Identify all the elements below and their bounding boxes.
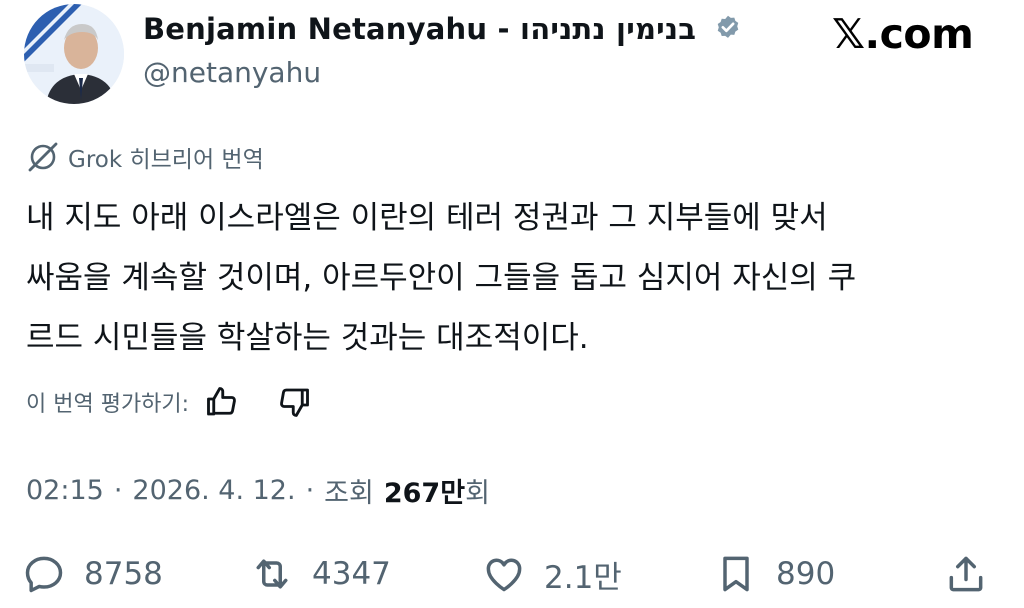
meta-separator: · [305, 474, 315, 506]
rate-translation-row: 이 번역 평가하기: [26, 382, 347, 422]
avatar[interactable] [24, 4, 124, 104]
like-button[interactable]: 2.1만 [482, 546, 622, 602]
site-brand: 𝕏.com [832, 10, 974, 58]
avatar-image [24, 4, 124, 104]
views-label: 조회 [324, 477, 374, 509]
grok-icon [28, 142, 58, 172]
like-icon [486, 558, 522, 592]
handle[interactable]: @netanyahu [143, 56, 321, 89]
repost-count: 4347 [312, 556, 391, 592]
bookmark-count: 890 [776, 556, 836, 592]
translation-label: Grok 히브리어 번역 [68, 147, 264, 173]
thumbs-up-button[interactable] [203, 383, 241, 421]
translation-row: Grok 히브리어 번역 [26, 140, 264, 174]
share-button[interactable] [944, 546, 988, 602]
repost-button[interactable]: 4347 [250, 546, 391, 602]
display-name[interactable]: Benjamin Netanyahu - בנימין נתניהו [143, 12, 742, 46]
repost-icon [256, 559, 288, 589]
tweet-text-line: 싸움을 계속할 것이며, 아르두안이 그들을 돕고 심지어 자신의 쿠 [26, 260, 857, 296]
action-bar: 8758 4347 2.1만 890 [0, 546, 1024, 602]
thumbs-up-icon [207, 387, 237, 416]
rate-translation-label: 이 번역 평가하기: [26, 392, 190, 417]
thumbs-down-icon [280, 388, 310, 417]
verified-badge-icon [718, 15, 739, 38]
reply-button[interactable]: 8758 [22, 546, 163, 602]
tweet-text-line: 르드 시민들을 학살하는 것과는 대조적이다. [26, 320, 589, 356]
views-unit: 회 [465, 477, 490, 509]
tweet-text: 내 지도 아래 이스라엘은 이란의 테러 정권과 그 지부들에 맞서 싸움을 계… [26, 188, 1016, 368]
tweet-date[interactable]: 2026. 4. 12. [132, 475, 295, 506]
share-icon [949, 556, 983, 592]
tweet-screenshot: Benjamin Netanyahu - בנימין נתניהו @neta… [0, 0, 1024, 608]
bookmark-button[interactable]: 890 [714, 546, 835, 602]
bookmark-icon [723, 556, 749, 592]
tweet-meta: 02:15 · 2026. 4. 12. · 조회 267만 회 [26, 470, 490, 510]
meta-separator: · [113, 474, 123, 506]
views-count[interactable]: 267만 [384, 471, 465, 510]
tweet-text-line: 내 지도 아래 이스라엘은 이란의 테러 정권과 그 지부들에 맞서 [26, 200, 828, 236]
like-count: 2.1만 [544, 559, 622, 596]
tweet-time[interactable]: 02:15 [26, 475, 104, 506]
thumbs-down-button[interactable] [275, 383, 313, 421]
reply-count: 8758 [84, 556, 163, 592]
reply-icon [25, 556, 63, 593]
display-name-text: Benjamin Netanyahu - בנימין נתניהו [143, 12, 697, 46]
